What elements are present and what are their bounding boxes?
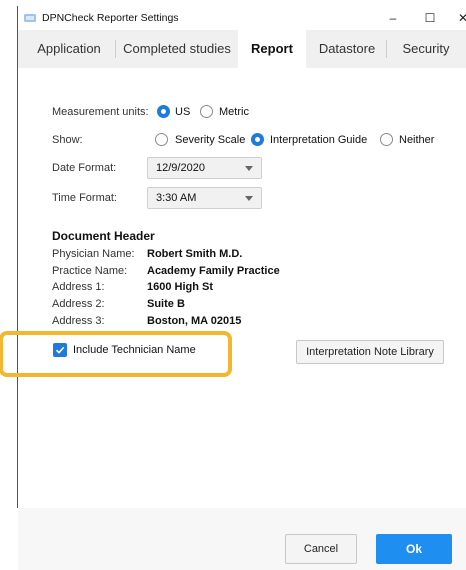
practice-name-label: Practice Name: — [52, 265, 128, 277]
window-title: DPNCheck Reporter Settings — [42, 12, 179, 24]
chevron-down-icon — [245, 196, 253, 201]
report-settings-panel: Measurement units: US Metric Show: Sever… — [18, 68, 466, 570]
radio-severity-scale[interactable] — [155, 133, 168, 146]
tab-completed-studies[interactable]: Completed studies — [116, 30, 238, 68]
address-1-label: Address 1: — [52, 281, 105, 293]
minimize-button[interactable]: – — [378, 8, 408, 28]
tab-application[interactable]: Application — [24, 30, 114, 68]
address-3-value: Boston, MA 02015 — [147, 315, 242, 327]
time-format-value: 3:30 AM — [156, 192, 197, 204]
physician-name-label: Physician Name: — [52, 248, 135, 260]
ok-button[interactable]: Ok — [376, 534, 452, 564]
cancel-button[interactable]: Cancel — [285, 534, 357, 564]
date-format-label: Date Format: — [52, 162, 117, 174]
close-button[interactable]: ✕ — [448, 8, 466, 28]
date-format-dropdown[interactable]: 12/9/2020 — [147, 157, 262, 179]
radio-severity-scale-label[interactable]: Severity Scale — [175, 134, 245, 146]
app-icon — [24, 14, 36, 22]
radio-metric-label[interactable]: Metric — [219, 106, 249, 118]
address-2-value: Suite B — [147, 298, 185, 310]
time-format-dropdown[interactable]: 3:30 AM — [147, 187, 262, 209]
highlight-box — [0, 331, 232, 377]
radio-neither-label[interactable]: Neither — [399, 134, 434, 146]
footer-bar: Cancel Ok — [18, 508, 466, 570]
interpretation-note-library-button[interactable]: Interpretation Note Library — [296, 340, 444, 364]
tab-security[interactable]: Security — [387, 30, 465, 68]
physician-name-value: Robert Smith M.D. — [147, 248, 243, 260]
measurement-units-label: Measurement units: — [52, 106, 149, 118]
tab-bar: Application Completed studies Report Dat… — [18, 30, 466, 68]
radio-interpretation-guide-label[interactable]: Interpretation Guide — [270, 134, 367, 146]
radio-interpretation-guide[interactable] — [251, 133, 264, 146]
radio-us-label[interactable]: US — [175, 106, 190, 118]
time-format-label: Time Format: — [52, 192, 117, 204]
maximize-button[interactable]: ☐ — [415, 8, 445, 28]
settings-window: DPNCheck Reporter Settings – ☐ ✕ Applica… — [17, 6, 466, 570]
address-1-value: 1600 High St — [147, 281, 214, 293]
practice-name-value: Academy Family Practice — [147, 265, 280, 277]
date-format-value: 12/9/2020 — [156, 162, 205, 174]
address-3-label: Address 3: — [52, 315, 105, 327]
title-bar: DPNCheck Reporter Settings – ☐ ✕ — [18, 6, 466, 30]
radio-us[interactable] — [157, 105, 170, 118]
tab-report[interactable]: Report — [238, 30, 306, 68]
address-2-label: Address 2: — [52, 298, 105, 310]
radio-neither[interactable] — [380, 133, 393, 146]
document-header-title: Document Header — [52, 229, 155, 243]
show-label: Show: — [52, 134, 83, 146]
radio-metric[interactable] — [200, 105, 213, 118]
chevron-down-icon — [245, 166, 253, 171]
tab-datastore[interactable]: Datastore — [308, 30, 386, 68]
